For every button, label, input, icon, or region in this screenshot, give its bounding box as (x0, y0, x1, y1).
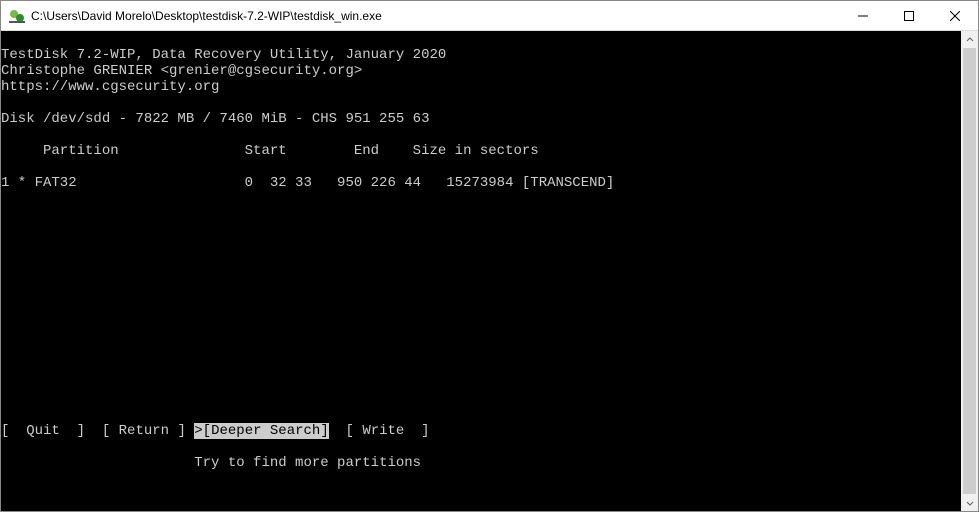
client-area: TestDisk 7.2-WIP, Data Recovery Utility,… (1, 31, 978, 511)
header-line-2: Christophe GRENIER <grenier@cgsecurity.o… (1, 63, 362, 79)
app-window: C:\Users\David Morelo\Desktop\testdisk-7… (0, 0, 979, 512)
close-button[interactable] (932, 1, 978, 30)
window-title: C:\Users\David Morelo\Desktop\testdisk-7… (31, 9, 382, 23)
partition-row[interactable]: 1 * FAT32 0 32 33 950 226 44 15273984 [T… (1, 175, 614, 191)
maximize-button[interactable] (886, 1, 932, 30)
vertical-scrollbar[interactable] (961, 31, 978, 511)
disk-info-line: Disk /dev/sdd - 7822 MB / 7460 MiB - CHS… (1, 111, 429, 127)
minimize-button[interactable] (840, 1, 886, 30)
scroll-up-icon[interactable] (961, 31, 978, 48)
menu-write[interactable]: Write (362, 423, 404, 439)
titlebar[interactable]: C:\Users\David Morelo\Desktop\testdisk-7… (1, 1, 978, 31)
scroll-down-icon[interactable] (961, 494, 978, 511)
window-controls (840, 1, 978, 30)
menu-return[interactable]: Return (119, 423, 169, 439)
menu-deeper-search[interactable]: >[Deeper Search] (194, 423, 328, 439)
menu-quit[interactable]: Quit (26, 423, 60, 439)
menu-hint: Try to find more partitions (1, 455, 961, 471)
scroll-thumb[interactable] (963, 48, 976, 494)
menu-bar: [ Quit ] [ Return ] >[Deeper Search] [ W… (1, 423, 961, 439)
header-line-1: TestDisk 7.2-WIP, Data Recovery Utility,… (1, 47, 446, 63)
header-line-3: https://www.cgsecurity.org (1, 79, 219, 95)
app-icon (9, 8, 25, 24)
columns-header: Partition Start End Size in sectors (1, 143, 539, 159)
terminal[interactable]: TestDisk 7.2-WIP, Data Recovery Utility,… (1, 31, 961, 511)
